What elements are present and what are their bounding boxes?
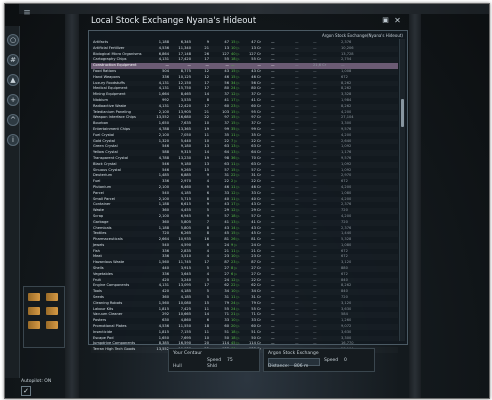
stock-exchange-window: Argon Stock Exchange(Nyana's Hideout) Ar… <box>88 30 408 351</box>
cargo-icon <box>46 321 58 329</box>
shield-label: Shld <box>207 364 217 369</box>
autopilot-value: ON <box>44 379 52 384</box>
target-label: Argon Stock Exchange <box>268 351 319 356</box>
hull-label: Hull <box>173 364 182 369</box>
target-icon[interactable]: + <box>7 94 19 106</box>
close-icon[interactable]: ✕ <box>393 16 402 25</box>
ware-cell: 13,552 <box>156 347 169 352</box>
autopilot-status: Autopilot: ON <box>21 378 65 386</box>
distance-value: 806 m <box>294 364 309 369</box>
speed-value: 75 <box>227 358 233 363</box>
cargo-icon <box>28 307 40 315</box>
radar-icon[interactable]: ○ <box>7 34 19 46</box>
game-frame: ≡ ○ # ▲ + ^ i Local Stock Exchange Nyana… <box>4 3 490 399</box>
window-toolbar-icon[interactable]: ▣ <box>381 16 390 25</box>
wares-table: Artifacts 1,188 6,345 9 47 15 ▷ 47 Cr — — —2,376 A… <box>91 40 398 353</box>
target-speed-label: Speed <box>324 358 339 363</box>
triangle-icon[interactable]: ▲ <box>7 74 19 86</box>
station-beam-left <box>65 4 79 398</box>
cargo-icon <box>28 293 40 301</box>
cargo-panel <box>23 286 65 348</box>
window-subheader: Argon Stock Exchange(Nyana's Hideout) <box>321 33 403 38</box>
target-speed-value: 0 <box>344 358 347 363</box>
player-ship-panel: Your Centaur Speed 75 Shld Hull <box>168 348 260 372</box>
cargo-icon <box>46 293 58 301</box>
autopilot-label: Autopilot: <box>21 379 43 384</box>
speed-label: Speed <box>207 358 222 363</box>
target-panel: Argon Stock Exchange Speed 0 Distance: 8… <box>263 348 375 372</box>
scrollbar-thumb[interactable] <box>401 99 404 127</box>
distance-label: Distance: <box>268 364 290 369</box>
info-icon[interactable]: i <box>7 134 19 146</box>
cargo-icon <box>28 321 40 329</box>
left-toolbar: ○ # ▲ + ^ i <box>5 26 20 378</box>
ware-name: Terran High Tech Goods <box>93 347 136 352</box>
grid-icon[interactable]: # <box>7 54 19 66</box>
scrollbar[interactable] <box>399 39 405 341</box>
menu-icon[interactable]: ≡ <box>21 8 33 19</box>
window-title: Local Stock Exchange Nyana's Hideout <box>91 16 257 26</box>
station-beam-top <box>19 4 489 14</box>
window-titlebar: Local Stock Exchange Nyana's Hideout ▣ ✕ <box>88 16 406 30</box>
check-icon[interactable]: ✓ <box>21 386 31 396</box>
station-beam-right <box>409 4 421 398</box>
cargo-icon <box>46 307 58 315</box>
chevron-up-icon[interactable]: ^ <box>7 114 19 126</box>
player-ship-label: Your Centaur <box>173 351 203 356</box>
